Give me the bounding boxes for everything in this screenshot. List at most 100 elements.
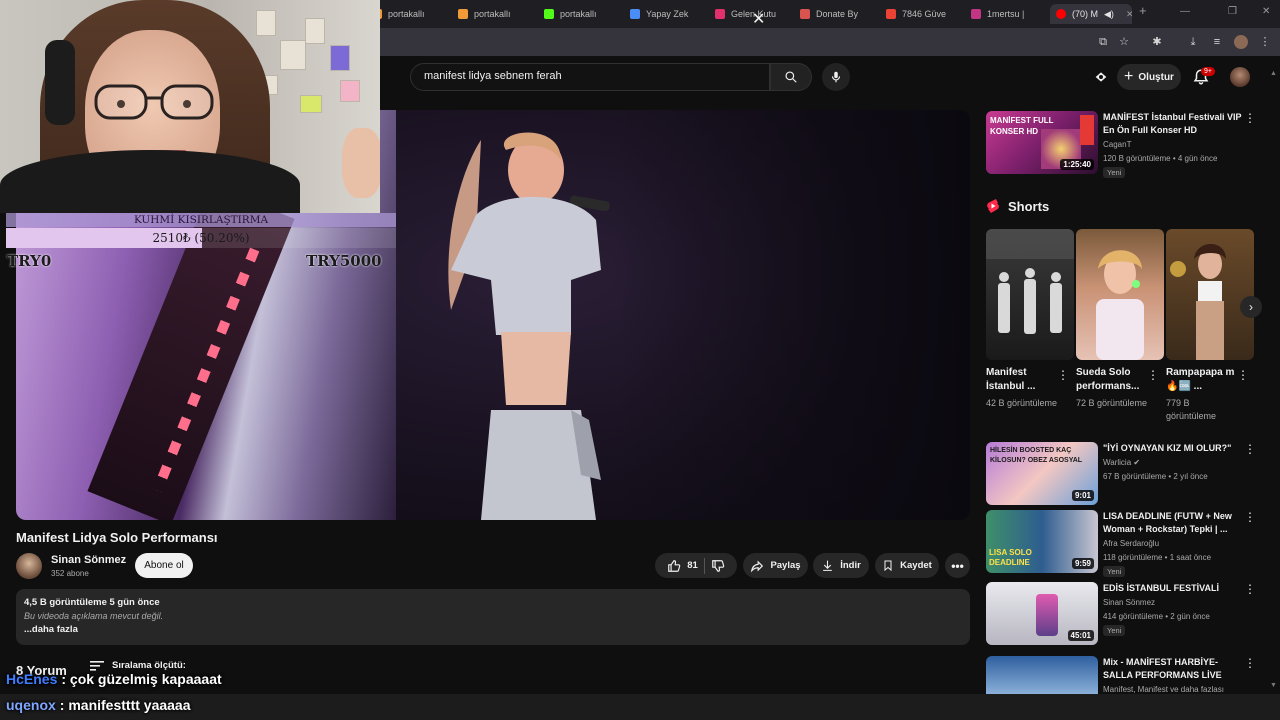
browser-tab[interactable]: portakallı bbox=[372, 4, 452, 24]
extensions-icon[interactable]: ✱ bbox=[1150, 35, 1164, 49]
browser-tab[interactable]: 7846 Güve bbox=[886, 4, 966, 24]
browser-menu-icon[interactable]: ⋮ bbox=[1258, 35, 1272, 49]
video-title[interactable]: LISA DEADLINE (FUTW + New Woman + Rockst… bbox=[1103, 510, 1243, 536]
like-count: 81 bbox=[687, 560, 698, 571]
short-title[interactable]: Manifest İstanbul ... bbox=[986, 366, 1058, 394]
video-duration: 9:59 bbox=[1071, 558, 1094, 569]
mix-thumbnail[interactable] bbox=[986, 656, 1098, 694]
more-vertical-icon[interactable]: ⋮ bbox=[1244, 442, 1256, 456]
shorts-next-icon[interactable]: › bbox=[1240, 296, 1262, 318]
video-title[interactable]: EDİS İSTANBUL FESTİVALİ bbox=[1103, 582, 1243, 595]
short-thumbnail[interactable] bbox=[1076, 229, 1164, 360]
recommended-video[interactable]: LISA SOLO DEADLINE 9:59 LISA DEADLINE (F… bbox=[986, 510, 1270, 577]
share-icon bbox=[751, 560, 764, 572]
video-meta: 118 görüntüleme • 1 saat önce bbox=[1103, 553, 1212, 562]
scroll-up-arrow[interactable]: ▲ bbox=[1270, 70, 1277, 77]
search-input[interactable]: manifest lidya sebnem ferah bbox=[424, 70, 562, 82]
video-duration: 45:01 bbox=[1067, 630, 1094, 641]
save-button[interactable]: Kaydet bbox=[875, 553, 939, 578]
create-button[interactable]: + Oluştur bbox=[1117, 64, 1181, 90]
video-meta: 67 B görüntüleme • 2 yıl önce bbox=[1103, 472, 1208, 481]
bookmark-star-icon[interactable]: ☆ bbox=[1117, 35, 1131, 49]
recommended-video[interactable]: HİLESİN BOOSTED KAÇ KİLOSUN? OBEZ ASOSYA… bbox=[986, 442, 1270, 505]
sort-comments-button[interactable]: Sıralama ölçütü: bbox=[90, 660, 186, 671]
search-box[interactable]: manifest lidya sebnem ferah bbox=[410, 63, 770, 91]
description-box[interactable]: 4,5 B görüntüleme 5 gün önce Bu videoda … bbox=[16, 589, 970, 645]
short-thumbnail[interactable] bbox=[986, 229, 1074, 360]
donation-goal-bar: 2510₺ (50.20%) bbox=[6, 228, 396, 248]
tab-close-icon[interactable]: ✕ bbox=[1126, 9, 1132, 20]
browser-tab[interactable]: 1mertsu | bbox=[971, 4, 1051, 24]
voice-search-button[interactable] bbox=[822, 63, 850, 91]
short-thumbnail[interactable] bbox=[1166, 229, 1254, 360]
like-icon[interactable] bbox=[667, 559, 681, 573]
more-vertical-icon[interactable]: ⋮ bbox=[1237, 368, 1249, 382]
channel-name[interactable]: Sinan Sönmez bbox=[51, 554, 126, 566]
recommended-video[interactable]: Mix - MANİFEST HARBİYE-SALLA PERFORMANS … bbox=[986, 656, 1270, 694]
video-thumbnail[interactable]: MANİFEST FULL KONSER HD 1:25:40 bbox=[986, 111, 1098, 174]
profile-icon[interactable] bbox=[1234, 35, 1248, 49]
channel-name[interactable]: CaganT bbox=[1103, 140, 1131, 149]
media-control-icon[interactable]: ≡ bbox=[1210, 35, 1224, 49]
dislike-icon[interactable] bbox=[711, 559, 725, 573]
short-title[interactable]: Rampapapa m🔥🆒 ... bbox=[1166, 366, 1238, 394]
video-thumbnail[interactable]: HİLESİN BOOSTED KAÇ KİLOSUN? OBEZ ASOSYA… bbox=[986, 442, 1098, 505]
more-vertical-icon[interactable]: ⋮ bbox=[1147, 368, 1159, 382]
more-vertical-icon[interactable]: ⋮ bbox=[1244, 582, 1256, 596]
channel-avatar[interactable] bbox=[16, 553, 42, 579]
downloads-icon[interactable]: ⤓ bbox=[1186, 35, 1200, 49]
tab-favicon-icon bbox=[971, 9, 981, 19]
window-close-icon[interactable]: ✕ bbox=[1262, 6, 1270, 17]
video-title: Manifest Lidya Solo Performansı bbox=[16, 530, 218, 545]
cast-icon[interactable] bbox=[1093, 69, 1109, 85]
video-meta: 120 B görüntüleme • 4 gün önce bbox=[1103, 154, 1218, 163]
video-title[interactable]: "İYİ OYNAYAN KIZ MI OLUR?" bbox=[1103, 442, 1243, 455]
view-stats: 4,5 B görüntüleme 5 gün önce bbox=[24, 597, 160, 608]
tab-audio-icon[interactable]: ◀) bbox=[1104, 9, 1114, 20]
video-meta: 414 görüntüleme • 2 gün önce bbox=[1103, 612, 1210, 621]
recommended-video[interactable]: 45:01 EDİS İSTANBUL FESTİVALİ Sinan Sönm… bbox=[986, 582, 1270, 645]
thumbnail-badge bbox=[1080, 115, 1094, 145]
more-vertical-icon[interactable]: ⋮ bbox=[1057, 368, 1069, 382]
video-title[interactable]: MANİFEST İstanbul Festivali VIP En Ön Fu… bbox=[1103, 111, 1243, 137]
clear-search-icon[interactable]: ✕ bbox=[752, 12, 765, 28]
channel-name[interactable]: Manifest, Manifest ve daha fazlası bbox=[1103, 685, 1224, 694]
minimize-icon[interactable]: — bbox=[1180, 6, 1190, 17]
more-actions-button[interactable]: ••• bbox=[945, 553, 970, 578]
channel-name[interactable]: Sinan Sönmez bbox=[1103, 598, 1155, 607]
recommended-video[interactable]: MANİFEST FULL KONSER HD 1:25:40 MANİFEST… bbox=[986, 111, 1270, 181]
download-button[interactable]: İndir bbox=[813, 553, 869, 578]
more-vertical-icon[interactable]: ⋮ bbox=[1244, 111, 1256, 125]
video-thumbnail[interactable]: 45:01 bbox=[986, 582, 1098, 645]
search-button[interactable] bbox=[770, 63, 812, 91]
browser-tab[interactable]: Donate By bbox=[800, 4, 880, 24]
share-button[interactable]: Paylaş bbox=[743, 553, 808, 578]
browser-tab[interactable]: portakallı bbox=[458, 4, 538, 24]
short-views: 72 B görüntüleme bbox=[1076, 398, 1148, 408]
browser-tab-active[interactable]: (70) M ◀) ✕ bbox=[1050, 4, 1132, 24]
tab-label: 1mertsu | bbox=[987, 9, 1025, 19]
tab-label: portakallı bbox=[560, 9, 597, 19]
short-title[interactable]: Sueda Solo performans... bbox=[1076, 366, 1148, 394]
channel-name[interactable]: Warlicia ✔ bbox=[1103, 458, 1140, 467]
download-label: İndir bbox=[840, 560, 861, 571]
account-avatar[interactable] bbox=[1230, 67, 1250, 87]
subscribe-button[interactable]: Abone ol bbox=[135, 553, 193, 578]
scroll-down-arrow[interactable]: ▼ bbox=[1270, 682, 1277, 689]
more-vertical-icon[interactable]: ⋮ bbox=[1244, 510, 1256, 524]
channel-name[interactable]: Afra Serdaroğlu bbox=[1103, 539, 1159, 548]
video-title[interactable]: Mix - MANİFEST HARBİYE-SALLA PERFORMANS … bbox=[1103, 656, 1243, 682]
chat-username: HcEnes bbox=[6, 671, 58, 687]
more-vertical-icon[interactable]: ⋮ bbox=[1244, 656, 1256, 670]
browser-tab[interactable]: Yapay Zek bbox=[630, 4, 710, 24]
install-app-icon[interactable]: ⧉ bbox=[1096, 35, 1110, 49]
notification-badge: 9+ bbox=[1201, 67, 1215, 76]
tab-label: Yapay Zek bbox=[646, 9, 689, 19]
glasses-icon bbox=[94, 84, 214, 120]
video-thumbnail[interactable]: LISA SOLO DEADLINE 9:59 bbox=[986, 510, 1098, 573]
show-more-link[interactable]: ...daha fazla bbox=[24, 624, 78, 635]
browser-tab[interactable]: portakallı bbox=[544, 4, 624, 24]
tab-favicon-icon bbox=[630, 9, 640, 19]
restore-icon[interactable]: ❐ bbox=[1228, 6, 1237, 17]
new-tab-icon[interactable]: + bbox=[1139, 3, 1147, 18]
